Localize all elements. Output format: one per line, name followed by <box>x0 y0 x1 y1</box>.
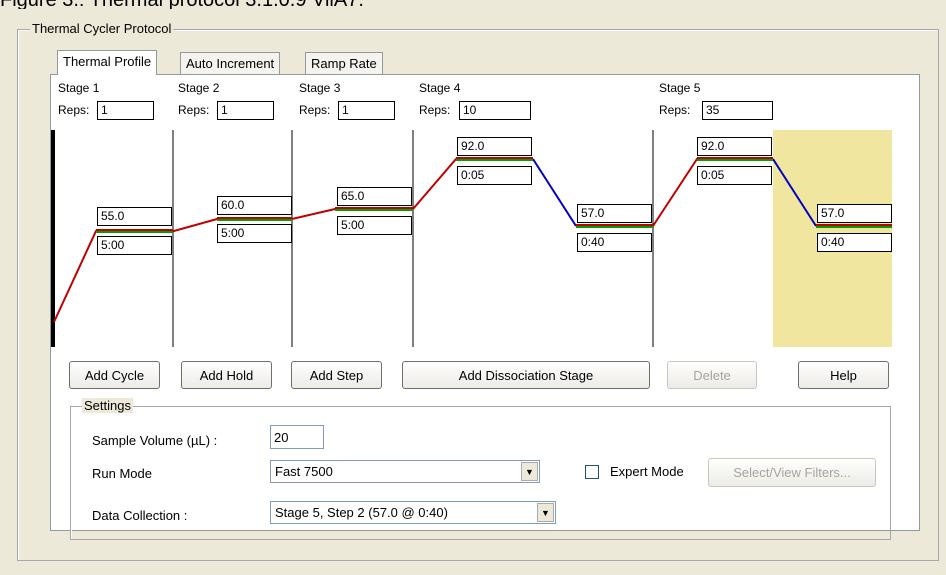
add-hold-button[interactable]: Add Hold <box>181 361 272 389</box>
step-temp-input[interactable]: 65.0 <box>337 187 412 206</box>
step-temp-input[interactable]: 57.0 <box>577 204 652 223</box>
stage-2-reps-label: Reps: <box>178 103 210 117</box>
data-collection-label: Data Collection : <box>92 508 188 523</box>
sample-volume-label: Sample Volume (µL) : <box>92 433 218 448</box>
run-mode-label: Run Mode <box>92 466 152 481</box>
step-time-input[interactable]: 5:00 <box>97 236 172 255</box>
step-time-input[interactable]: 5:00 <box>217 224 292 243</box>
chevron-down-icon[interactable]: ▼ <box>537 503 554 522</box>
stage-4-reps-input[interactable]: 10 <box>459 101 531 120</box>
stage-3-label: Stage 3 <box>299 81 341 95</box>
stage-1-reps-input[interactable]: 1 <box>97 101 154 120</box>
stage-2-reps-input[interactable]: 1 <box>217 101 274 120</box>
step-time-input[interactable]: 0:05 <box>457 166 532 185</box>
expert-mode-checkbox[interactable] <box>585 465 599 479</box>
step-time-input[interactable]: 0:40 <box>817 233 892 252</box>
stage-5-reps-input[interactable]: 35 <box>702 101 773 120</box>
step-temp-input[interactable]: 92.0 <box>697 137 772 156</box>
step-temp-input[interactable]: 57.0 <box>817 204 892 223</box>
sample-volume-input[interactable]: 20 <box>270 425 324 449</box>
step-time-input[interactable]: 5:00 <box>337 216 412 235</box>
tab-auto-increment[interactable]: Auto Increment <box>180 52 281 75</box>
step-time-input[interactable]: 0:05 <box>697 166 772 185</box>
data-collection-select[interactable]: Stage 5, Step 2 (57.0 @ 0:40) ▼ <box>270 501 556 524</box>
stage-3-reps-input[interactable]: 1 <box>338 101 395 120</box>
stage-4-reps-label: Reps: <box>419 103 451 117</box>
tab-thermal-profile[interactable]: Thermal Profile <box>57 50 158 75</box>
stage-5-reps-label: Reps: <box>659 103 691 117</box>
run-mode-select[interactable]: Fast 7500 ▼ <box>270 460 540 483</box>
add-cycle-button[interactable]: Add Cycle <box>69 361 160 389</box>
stage-2-label: Stage 2 <box>178 81 220 95</box>
tab-ramp-rate[interactable]: Ramp Rate <box>305 52 383 75</box>
run-mode-value: Fast 7500 <box>275 464 333 479</box>
add-step-button[interactable]: Add Step <box>291 361 382 389</box>
stage-1-label: Stage 1 <box>58 81 100 95</box>
group-title: Thermal Cycler Protocol <box>30 21 174 36</box>
chevron-down-icon[interactable]: ▼ <box>521 462 538 481</box>
step-temp-input[interactable]: 92.0 <box>457 137 532 156</box>
select-view-filters-button[interactable]: Select/View Filters... <box>708 458 876 487</box>
expert-mode-label: Expert Mode <box>610 464 684 479</box>
stage-5-label: Stage 5 <box>659 81 701 95</box>
step-time-input[interactable]: 0:40 <box>577 233 652 252</box>
data-collection-value: Stage 5, Step 2 (57.0 @ 0:40) <box>275 505 448 520</box>
help-button[interactable]: Help <box>798 361 889 389</box>
step-temp-input[interactable]: 55.0 <box>97 207 172 226</box>
stage-1-reps-label: Reps: <box>58 103 90 117</box>
step-temp-input[interactable]: 60.0 <box>217 196 292 215</box>
settings-title: Settings <box>82 398 133 413</box>
add-dissociation-stage-button[interactable]: Add Dissociation Stage <box>402 361 650 389</box>
stage-3-reps-label: Reps: <box>299 103 331 117</box>
stage-4-label: Stage 4 <box>419 81 461 95</box>
delete-button[interactable]: Delete <box>667 361 757 389</box>
figure-caption: Figure 3.: Thermal protocol 3.1.0.9 ViiA… <box>0 0 946 9</box>
